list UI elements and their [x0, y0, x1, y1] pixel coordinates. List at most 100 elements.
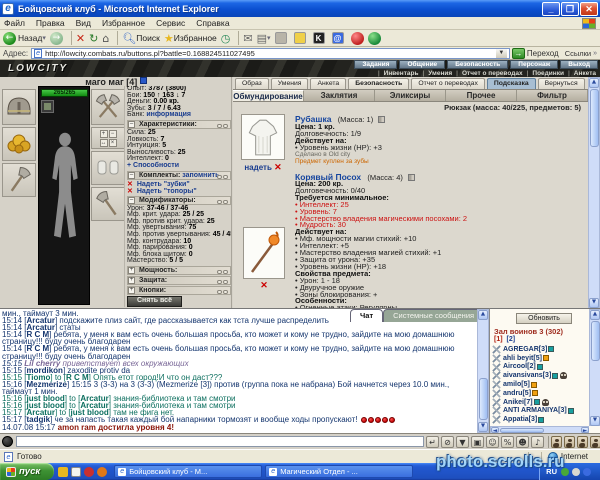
tray-volume-icon[interactable] [572, 468, 580, 476]
collapse-toggle-icon[interactable]: – [128, 197, 135, 204]
history-button[interactable]: ◷ [221, 32, 231, 45]
player-row[interactable]: Anikei[7] [492, 398, 578, 407]
refresh-button[interactable]: ↻ [89, 32, 98, 45]
chat-tool-icon[interactable]: ⊘ [441, 436, 454, 448]
scroll-up-icon[interactable]: ▲ [589, 78, 599, 88]
item-shirt-image[interactable] [241, 114, 285, 160]
player-name[interactable]: AGREGAR [503, 346, 539, 353]
mailru-button[interactable]: @ [332, 32, 347, 44]
enemies-icon[interactable] [577, 436, 588, 448]
player-row[interactable]: Appatia[3] [492, 415, 578, 424]
remove-set-icon[interactable]: ✕ [127, 181, 133, 188]
clan-icon[interactable] [564, 436, 575, 448]
menu-item[interactable]: Сервис [156, 18, 185, 28]
chat-tool-icon[interactable]: ▣ [471, 436, 484, 448]
chat-scrollbar[interactable]: ▲ ▼ [477, 309, 489, 433]
nav-top-item[interactable]: Выход [560, 60, 598, 69]
inventory-tab[interactable]: Образ [235, 78, 269, 89]
inventory-tab[interactable]: Анкета [310, 78, 346, 89]
scroll-thumb[interactable] [479, 378, 488, 420]
info-badge-icon[interactable] [537, 364, 543, 370]
search-button[interactable]: 🔍︎ Поиск [122, 32, 160, 45]
inventory-subtab[interactable]: Обмундирование [233, 90, 304, 101]
doll-mini-icon[interactable] [41, 100, 54, 113]
slot-weapon-axe-right[interactable] [91, 187, 125, 221]
back-button[interactable]: ← Назад ▾ [3, 32, 46, 45]
go-label[interactable]: Переход [527, 49, 559, 58]
collapse-toggle-icon[interactable]: + [128, 277, 135, 284]
player-row[interactable]: andru[5] [492, 389, 578, 398]
player-name[interactable]: ANTI ARMANIYA [503, 407, 558, 414]
player-name[interactable]: andru [503, 390, 522, 397]
back-dropdown-icon[interactable]: ▾ [42, 34, 46, 42]
menu-item[interactable]: Вид [76, 18, 91, 28]
main-scrollbar[interactable]: ▲ ▼ [588, 77, 600, 308]
address-dropdown-icon[interactable]: ▼ [496, 49, 507, 58]
info-badge-icon[interactable] [568, 408, 574, 414]
inventory-subtab[interactable]: Прочее [446, 90, 517, 101]
slot-crossed-axes[interactable] [91, 89, 125, 125]
item-staff-image[interactable] [243, 227, 285, 279]
section-link[interactable]: запомнить [182, 172, 219, 179]
start-button[interactable]: пуск [0, 463, 54, 480]
nav-sub-item[interactable]: Анкета [564, 70, 596, 77]
player-name[interactable]: Appatia [503, 416, 529, 423]
tray-network-icon[interactable] [583, 468, 591, 476]
inventory-tab[interactable]: Отчет о переводах [411, 78, 485, 89]
character-name[interactable]: маго маг [85, 77, 123, 87]
nav-sub-item[interactable]: Инвентарь [374, 70, 419, 77]
tab-chat[interactable]: Чат [350, 309, 383, 322]
scroll-down-icon[interactable]: ▼ [589, 298, 599, 308]
friends-icon[interactable] [551, 436, 562, 448]
nav-sub-item[interactable]: Поединки [523, 70, 564, 77]
nav-sub-item[interactable]: Отчет о переводах [452, 70, 522, 77]
page-2-link[interactable]: [2] [507, 336, 516, 343]
player-row[interactable]: amilo[5] [492, 380, 578, 389]
scroll-up-icon[interactable]: ▲ [478, 310, 488, 320]
player-row[interactable]: Aircool[2] [492, 363, 578, 372]
home-button[interactable]: ⌂ [102, 32, 109, 45]
quick-launch-icon[interactable] [97, 467, 107, 477]
close-button[interactable]: ✕ [580, 2, 598, 16]
favorites-button[interactable]: ★ Избранное [164, 32, 217, 45]
player-name[interactable]: Anikei [503, 399, 524, 406]
page-1-link[interactable]: [1] [494, 336, 503, 343]
app-k-button[interactable]: K [313, 32, 328, 44]
chat-tool-icon[interactable]: ↵ [426, 436, 439, 448]
print-button[interactable]: ▤▾ [257, 32, 271, 45]
notes-button[interactable] [294, 32, 309, 44]
inventory-tab[interactable]: Безопасность [348, 78, 409, 89]
scroll-down-icon[interactable]: ▼ [590, 416, 600, 426]
slot-gloves[interactable] [91, 151, 125, 185]
menu-item[interactable]: Файл [4, 18, 25, 28]
wear-link[interactable]: надеть [244, 163, 272, 172]
refresh-button[interactable]: Обновить [516, 313, 572, 324]
chat-input[interactable] [16, 436, 424, 447]
task-button[interactable]: e Магический Отдел - ... [265, 465, 413, 478]
chat-tool-icon[interactable]: ▼ [456, 436, 469, 448]
chat-tool-icon[interactable]: ☻ [516, 436, 529, 448]
go-button[interactable]: → [512, 48, 525, 59]
player-name[interactable]: amilo [503, 381, 521, 388]
scroll-down-icon[interactable]: ▼ [478, 422, 488, 432]
inventory-tab[interactable]: Вернуться [538, 78, 585, 89]
tab-system-messages[interactable]: Системные сообщения [383, 309, 484, 322]
zoom-in-icon[interactable]: + [100, 130, 108, 138]
forward-button[interactable]: → [50, 32, 63, 45]
slot-amulet[interactable] [2, 127, 36, 161]
task-button[interactable]: e Бойцовский клуб - М... [114, 465, 262, 478]
info-badge-icon[interactable] [538, 417, 544, 423]
smiley-picker-icon[interactable] [2, 436, 13, 447]
quick-launch-icon[interactable] [84, 467, 94, 477]
info-badge-icon[interactable] [534, 399, 540, 405]
chat-nick[interactable]: amon ram [58, 423, 96, 432]
contacts-icon[interactable] [590, 436, 600, 448]
player-name[interactable]: ahli beyit [503, 355, 533, 362]
swap-icon[interactable]: ↔ [100, 139, 108, 147]
nav-top-item[interactable]: Общение [399, 60, 445, 69]
zoom-out-icon[interactable]: − [109, 130, 117, 138]
messenger-button[interactable] [368, 32, 381, 45]
collapse-toggle-icon[interactable]: + [128, 287, 135, 294]
stop-button[interactable]: ✕ [76, 32, 85, 45]
player-row[interactable]: AGREGAR[3] [492, 345, 578, 354]
